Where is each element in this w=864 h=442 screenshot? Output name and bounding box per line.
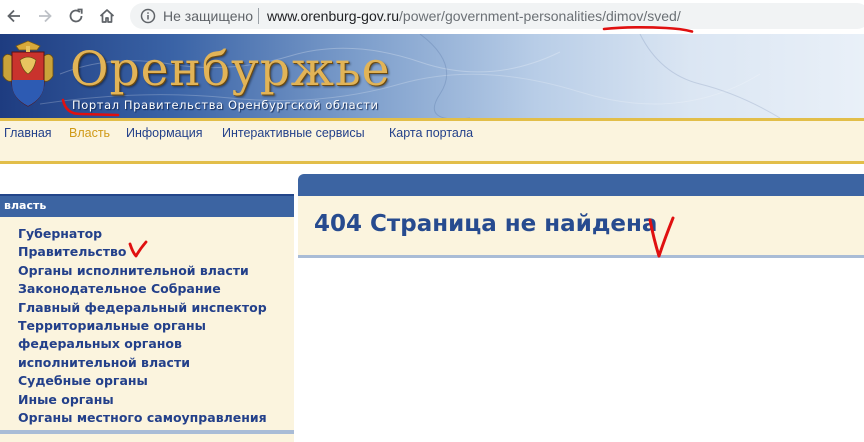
content-header-bar: [298, 174, 864, 196]
info-icon[interactable]: [140, 8, 156, 24]
sidebar-item-legislative-assembly[interactable]: Законодательное Собрание: [18, 280, 288, 298]
nav-interactive-services[interactable]: Интерактивные сервисы: [222, 126, 365, 140]
address-bar[interactable]: Не защищено www.orenburg-gov.ru/power/go…: [130, 3, 864, 29]
red-v-annotation: [648, 216, 675, 258]
home-button[interactable]: [95, 4, 119, 28]
sidebar-item-territorial-bodies[interactable]: Территориальные органы федеральных орган…: [18, 317, 288, 372]
sidebar-item-federal-inspector[interactable]: Главный федеральный инспектор: [18, 299, 288, 317]
main-navigation: Главная Власть Информация Интерактивные …: [0, 118, 864, 164]
home-icon: [99, 9, 115, 23]
nav-home[interactable]: Главная: [4, 126, 52, 140]
forward-button[interactable]: [33, 4, 57, 28]
nav-site-map[interactable]: Карта портала: [389, 126, 473, 140]
reload-icon: [69, 8, 83, 23]
sidebar-menu: Губернатор Правительство Органы исполнит…: [18, 225, 288, 427]
sidebar-item-other-bodies[interactable]: Иные органы: [18, 391, 288, 409]
url-host: www.orenburg-gov.ru: [267, 8, 400, 24]
browser-toolbar: Не защищено www.orenburg-gov.ru/power/go…: [0, 0, 864, 33]
red-mark-annotation: [61, 98, 120, 117]
sidebar: власть Губернатор Правительство Органы и…: [0, 194, 294, 442]
security-label: Не защищено: [163, 8, 253, 24]
content-panel: 404 Страница не найдена: [298, 196, 864, 258]
arrow-right-icon: [39, 9, 52, 23]
reload-button[interactable]: [64, 4, 88, 28]
site-header-banner: Оренбуржье Портал Правительства Оренбург…: [0, 34, 864, 118]
url-separator: [258, 8, 259, 24]
sidebar-heading: власть: [0, 194, 294, 217]
red-checkmark-annotation: [128, 240, 148, 258]
error-title: 404 Страница не найдена: [314, 211, 658, 237]
sidebar-item-local-government[interactable]: Органы местного самоуправления: [18, 409, 288, 427]
arrow-left-icon: [7, 9, 20, 23]
nav-information[interactable]: Информация: [126, 126, 203, 140]
coat-of-arms-icon: [2, 40, 54, 107]
sidebar-item-judicial-bodies[interactable]: Судебные органы: [18, 372, 288, 390]
sidebar-heading-label: власть: [4, 199, 47, 212]
sidebar-bottom-border: [0, 430, 294, 434]
sidebar-item-governor[interactable]: Губернатор: [18, 225, 288, 243]
nav-power[interactable]: Власть: [69, 126, 110, 140]
back-button[interactable]: [2, 4, 26, 28]
sidebar-item-government[interactable]: Правительство: [18, 243, 288, 261]
sidebar-item-executive-bodies[interactable]: Органы исполнительной власти: [18, 262, 288, 280]
site-title: Оренбуржье: [70, 42, 391, 97]
